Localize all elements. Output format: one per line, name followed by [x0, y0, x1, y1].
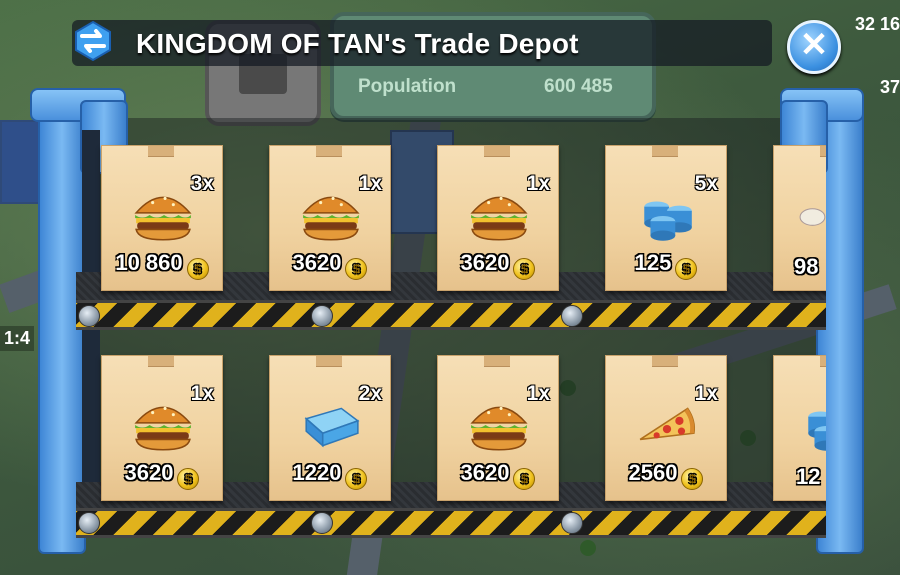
item-quantity: 1x	[694, 382, 718, 405]
item-price: 3620 $	[102, 460, 222, 490]
trade-crate[interactable]: 1x 3620 $	[437, 145, 559, 291]
item-quantity: 1x	[526, 382, 550, 405]
close-icon: ✕	[799, 26, 829, 64]
burger-icon	[300, 188, 362, 244]
item-quantity: 1x	[190, 382, 214, 405]
coin-icon: $	[345, 258, 368, 280]
resource-counter: 32 16	[854, 14, 900, 34]
coin-icon: $	[177, 468, 200, 490]
trade-depot-icon	[70, 18, 116, 64]
burger-icon	[132, 398, 194, 454]
item-price: 125 $	[606, 250, 726, 280]
conveyor-belt-1	[76, 300, 826, 330]
seeds-icon	[798, 188, 826, 244]
item-quantity: 5x	[694, 172, 718, 195]
close-button[interactable]: ✕	[787, 20, 841, 74]
item-price: 1220 $	[270, 460, 390, 490]
item-quantity: 3x	[190, 172, 214, 195]
coin-icon: $	[675, 258, 698, 280]
textiles-icon	[300, 398, 362, 454]
trade-crate[interactable]: 12	[773, 355, 826, 501]
plastic-icon	[800, 398, 826, 454]
trade-crate[interactable]: 1x 3620 $	[437, 355, 559, 501]
item-quantity: 2x	[358, 382, 382, 405]
trade-crate[interactable]: 98	[773, 145, 826, 291]
belt-bolt	[561, 305, 583, 327]
item-quantity: 1x	[358, 172, 382, 195]
trade-crate[interactable]: 1x 3620 $	[101, 355, 223, 501]
conveyor-belt-2	[76, 508, 826, 538]
item-price: 3620 $	[438, 460, 558, 490]
burger-icon	[468, 188, 530, 244]
window-title: KINGDOM OF TAN's Trade Depot	[136, 28, 579, 59]
belt-bolt	[561, 512, 583, 534]
coin-icon: $	[186, 258, 209, 280]
burger-icon	[468, 398, 530, 454]
trade-crate[interactable]: 5x 125 $	[605, 145, 727, 291]
item-price: 12	[796, 464, 821, 489]
item-price: 3620 $	[270, 250, 390, 280]
trade-crate[interactable]: 3x 10 860 $	[101, 145, 223, 291]
belt-bolt	[311, 512, 333, 534]
trade-crate[interactable]: 1x 2560 $	[605, 355, 727, 501]
trade-crate[interactable]: 2x 1220 $	[269, 355, 391, 501]
item-price: 10 860 $	[102, 250, 222, 280]
pizza-icon	[636, 398, 698, 454]
belt-bolt	[311, 305, 333, 327]
coin-icon: $	[345, 468, 368, 490]
belt-bolt	[78, 305, 100, 327]
plastic-icon	[636, 188, 698, 244]
coin-icon: $	[513, 258, 536, 280]
coin-icon: $	[681, 468, 704, 490]
item-price: 2560 $	[606, 460, 726, 490]
item-price: 98	[794, 254, 819, 279]
resource-counter-2: 37	[879, 77, 900, 97]
burger-icon	[132, 188, 194, 244]
item-quantity: 1x	[526, 172, 550, 195]
belt-bolt	[78, 512, 100, 534]
trade-crate[interactable]: 1x 3620 $	[269, 145, 391, 291]
coin-icon: $	[513, 468, 536, 490]
item-price: 3620 $	[438, 250, 558, 280]
depot-contents: 3x 10 860 $ 1x 3620 $ 1x 3620 $ 5x 125 $ 98 …	[0, 0, 826, 575]
